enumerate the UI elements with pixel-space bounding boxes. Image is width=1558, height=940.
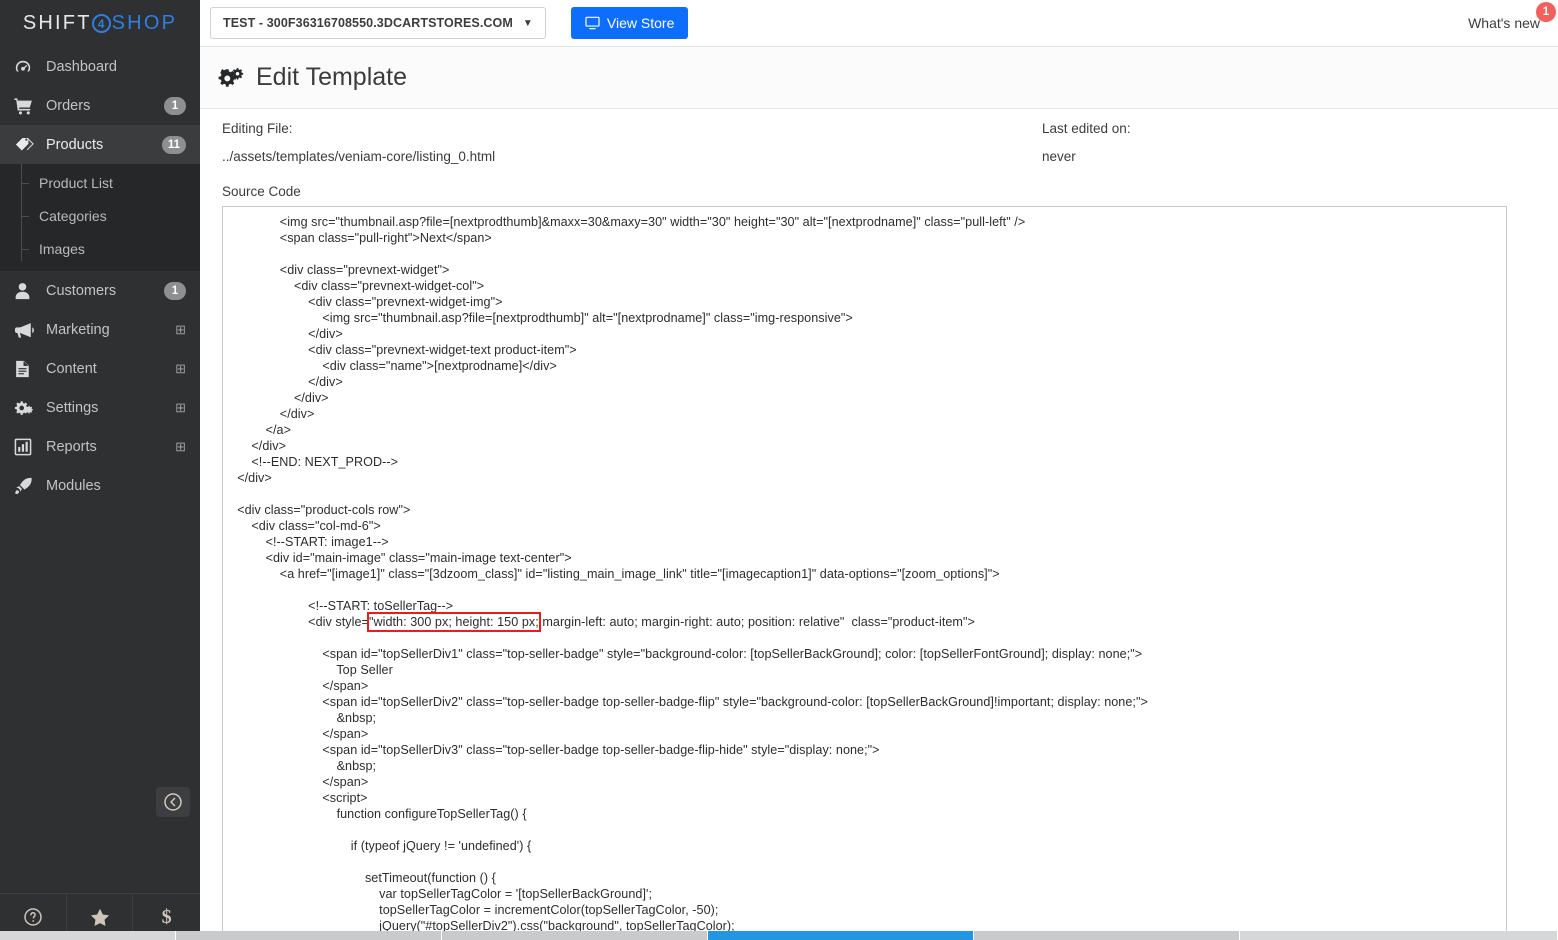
sidebar-item-label: Orders <box>46 97 91 114</box>
sidebar-collapse-button[interactable] <box>156 787 190 817</box>
last-edited-group: Last edited on: never <box>1042 121 1538 164</box>
megaphone-icon <box>14 321 42 339</box>
topbar: TEST - 300F36316708550.3DCARTSTORES.COM … <box>200 0 1558 47</box>
sidebar-item-dashboard[interactable]: Dashboard <box>0 47 200 86</box>
sidebar-item-product-list[interactable]: Product List <box>0 166 200 199</box>
source-code-editor[interactable]: <img src="thumbnail.asp?file=[nextprodth… <box>222 206 1507 940</box>
brand-logo[interactable]: SHIFT 4 SHOP <box>0 0 200 47</box>
star-icon <box>90 908 110 927</box>
taskbar-segment[interactable] <box>442 931 708 940</box>
sidebar-item-label: Reports <box>46 438 97 455</box>
sidebar-badge-customers: 1 <box>164 281 186 300</box>
taskbar-segment <box>0 931 176 940</box>
app-root: SHIFT 4 SHOP Dashboard Orders 1 Products… <box>0 0 1558 940</box>
sidebar: SHIFT 4 SHOP Dashboard Orders 1 Products… <box>0 0 200 940</box>
sidebar-submenu-products: Product List Categories Images <box>0 164 200 271</box>
taskbar-segment[interactable] <box>974 931 1240 940</box>
chevron-down-icon: ▼ <box>522 17 533 29</box>
document-icon <box>14 360 42 378</box>
sidebar-subitem-label: Categories <box>39 207 107 224</box>
sidebar-item-orders[interactable]: Orders 1 <box>0 86 200 125</box>
store-selector-value: TEST - 300F36316708550.3DCARTSTORES.COM <box>223 16 513 30</box>
sidebar-item-categories[interactable]: Categories <box>0 199 200 232</box>
tag-icon <box>14 136 42 154</box>
main-content: Editing File: ../assets/templates/veniam… <box>200 109 1558 940</box>
highlighted-code-fragment: "width: 300 px; height: 150 px; <box>366 612 541 632</box>
sidebar-item-reports[interactable]: Reports ⊞ <box>0 427 200 466</box>
last-edited-value: never <box>1042 149 1076 164</box>
sidebar-item-settings[interactable]: Settings ⊞ <box>0 388 200 427</box>
sidebar-item-modules[interactable]: Modules <box>0 466 200 505</box>
sidebar-item-products[interactable]: Products 11 <box>0 125 200 164</box>
sidebar-item-label: Customers <box>46 282 117 299</box>
file-meta-row: Editing File: ../assets/templates/veniam… <box>222 121 1538 164</box>
sidebar-badge-products: 11 <box>161 135 186 154</box>
sidebar-item-customers[interactable]: Customers 1 <box>0 271 200 310</box>
brand-text-shop: SHOP <box>111 12 178 34</box>
sidebar-badge-orders: 1 <box>164 96 186 115</box>
editing-file-value: ../assets/templates/veniam-core/listing_… <box>222 149 496 164</box>
sidebar-item-label: Settings <box>46 399 99 416</box>
gears-icon <box>14 399 42 417</box>
brand-badge-four: 4 <box>91 14 111 33</box>
sidebar-nav: Dashboard Orders 1 Products 11 Product L… <box>0 47 200 505</box>
expand-icon[interactable]: ⊞ <box>175 440 186 453</box>
source-code-label: Source Code <box>222 184 301 199</box>
view-store-label: View Store <box>606 15 675 31</box>
sidebar-item-images[interactable]: Images <box>0 232 200 265</box>
cart-icon <box>14 97 42 115</box>
taskbar-segment[interactable] <box>176 931 442 940</box>
sidebar-item-label: Dashboard <box>46 58 117 75</box>
code-after-highlight: margin-left: auto; margin-right: auto; p… <box>322 615 1148 940</box>
sidebar-item-label: Modules <box>46 477 101 494</box>
rocket-icon <box>14 477 42 495</box>
editing-file-group: Editing File: ../assets/templates/veniam… <box>222 121 1042 164</box>
sidebar-spacer <box>0 505 200 893</box>
page-title: Edit Template <box>256 63 408 91</box>
help-icon <box>23 907 43 927</box>
brand-text-shift: SHIFT <box>22 12 92 34</box>
taskbar-segment-active[interactable] <box>708 931 974 940</box>
expand-icon[interactable]: ⊞ <box>175 323 186 336</box>
collapse-left-icon <box>163 792 183 812</box>
editing-file-label: Editing File: <box>222 121 293 136</box>
sidebar-item-label: Products <box>46 136 104 153</box>
whats-new-link[interactable]: What's new <box>1468 15 1540 31</box>
view-store-button[interactable]: View Store <box>570 7 689 39</box>
sidebar-subitem-label: Product List <box>39 174 113 191</box>
code-before-highlight: <img src="thumbnail.asp?file=[nextprodth… <box>237 215 1026 629</box>
topbar-right-group: What's new 1 <box>1468 2 1556 31</box>
sidebar-item-content[interactable]: Content ⊞ <box>0 349 200 388</box>
chart-icon <box>14 438 42 456</box>
dashboard-icon <box>14 58 42 76</box>
expand-icon[interactable]: ⊞ <box>175 362 186 375</box>
store-selector-dropdown[interactable]: TEST - 300F36316708550.3DCARTSTORES.COM … <box>210 7 546 39</box>
expand-icon[interactable]: ⊞ <box>175 401 186 414</box>
whats-new-badge: 1 <box>1536 2 1556 22</box>
page-header: Edit Template <box>200 47 1558 109</box>
monitor-icon <box>585 16 600 30</box>
taskbar-segment <box>1240 931 1558 940</box>
user-icon <box>14 282 42 300</box>
dollar-icon: $ <box>161 905 172 928</box>
sidebar-subitem-label: Images <box>39 240 85 257</box>
taskbar <box>0 931 1558 940</box>
sidebar-item-label: Marketing <box>46 321 110 338</box>
sidebar-item-marketing[interactable]: Marketing ⊞ <box>0 310 200 349</box>
gears-icon <box>218 67 244 89</box>
source-code-text[interactable]: <img src="thumbnail.asp?file=[nextprodth… <box>223 207 1506 940</box>
sidebar-item-label: Content <box>46 360 97 377</box>
last-edited-label: Last edited on: <box>1042 121 1131 136</box>
